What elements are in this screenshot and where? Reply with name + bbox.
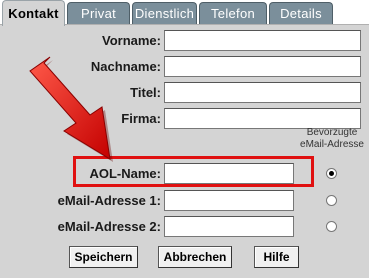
email2-field[interactable]: [164, 216, 294, 237]
preferred-email-hint-line1: Bevorzugte: [306, 127, 358, 138]
vorname-label: Vorname:: [102, 33, 161, 48]
email1-label: eMail-Adresse 1:: [57, 193, 161, 208]
preferred-email-hint-line2: eMail-Adresse: [300, 139, 364, 150]
firma-label: Firma:: [121, 111, 161, 126]
preferred-aol-radio[interactable]: [326, 168, 337, 179]
radio-selected-dot: [329, 171, 334, 176]
preferred-email-hint: Bevorzugte eMail-Adresse: [294, 127, 369, 151]
titel-field[interactable]: [164, 82, 361, 103]
email2-label: eMail-Adresse 2:: [57, 219, 161, 234]
firma-field[interactable]: [164, 108, 361, 129]
tab-details[interactable]: Details: [269, 2, 333, 24]
cancel-button[interactable]: Abbrechen: [158, 246, 232, 268]
email1-field[interactable]: [164, 190, 294, 211]
preferred-email2-radio[interactable]: [326, 221, 337, 232]
save-button[interactable]: Speichern: [69, 246, 138, 268]
help-button[interactable]: Hilfe: [254, 246, 299, 268]
tab-bar: Kontakt Privat Dienstlich Telefon Detail…: [0, 0, 369, 26]
red-arrow-icon: [29, 56, 113, 162]
tab-dienstlich[interactable]: Dienstlich: [132, 2, 197, 24]
tab-privat[interactable]: Privat: [67, 2, 130, 24]
nachname-field[interactable]: [164, 56, 361, 77]
tab-kontakt[interactable]: Kontakt: [2, 0, 65, 26]
titel-label: Titel:: [130, 85, 161, 100]
tab-telefon[interactable]: Telefon: [199, 2, 267, 24]
vorname-field[interactable]: [164, 30, 361, 51]
preferred-email1-radio[interactable]: [326, 195, 337, 206]
